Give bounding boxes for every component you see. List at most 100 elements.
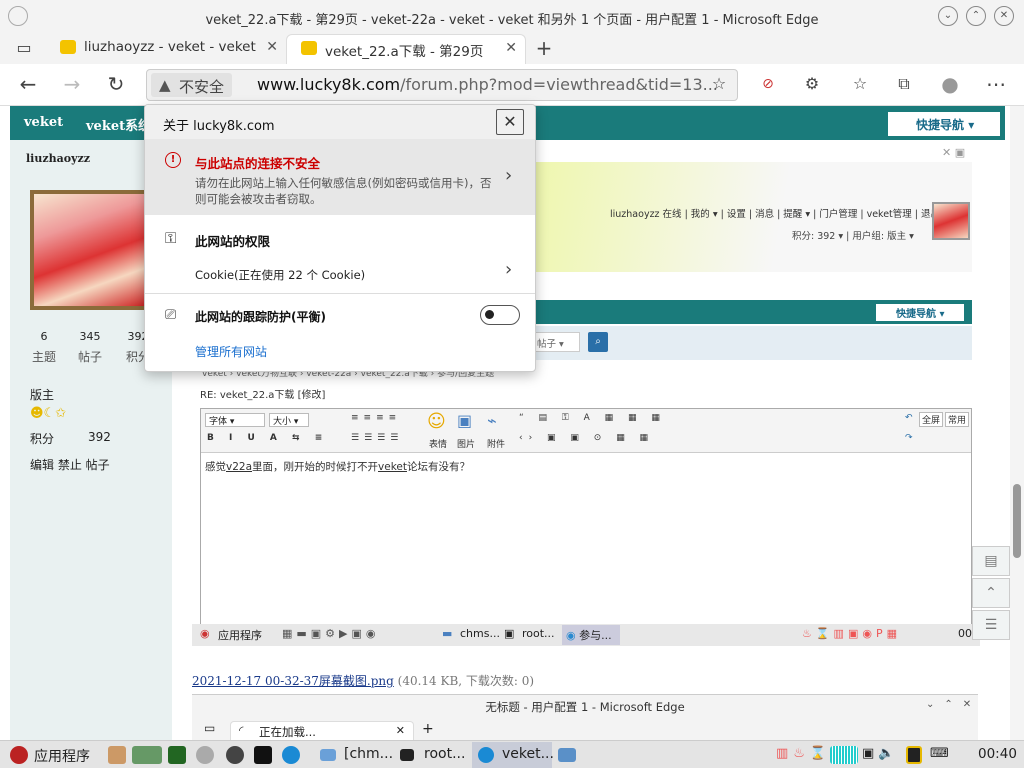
refresh-icon[interactable]: ↻ <box>104 73 128 97</box>
size-select-label: 大小 <box>273 417 292 427</box>
tray-icons[interactable]: ▥♨⌛ <box>776 746 831 761</box>
back-icon[interactable]: ← <box>16 73 40 97</box>
folder-icon <box>320 749 336 761</box>
size-select[interactable]: 大小 ▾ <box>269 413 309 427</box>
app-menu-icon[interactable] <box>10 746 28 764</box>
stat-posts[interactable]: 345 帖子 <box>70 330 110 365</box>
stat-threads[interactable]: 6 主题 <box>24 330 64 365</box>
play-icon[interactable] <box>226 746 244 764</box>
settings-icon[interactable] <box>196 746 214 764</box>
common-button[interactable]: 常用 <box>945 412 970 427</box>
permissions-heading: 此网站的权限 <box>195 234 271 249</box>
tab-actions-icon[interactable]: ▭ <box>12 37 36 61</box>
scrollbar-thumb[interactable] <box>1013 484 1021 558</box>
favorite-star-icon[interactable]: ☆ <box>707 73 731 97</box>
chevron-right-icon[interactable]: › <box>505 259 512 280</box>
tab-liuzhaoyzz[interactable]: liuzhaoyzz - veket - veket ✕ <box>46 34 286 64</box>
close-icon[interactable]: ✕ ▣ <box>942 146 965 159</box>
terminal-icon[interactable] <box>254 746 272 764</box>
image-icon[interactable]: ▣ <box>457 411 472 430</box>
avatar[interactable] <box>932 202 970 240</box>
score-bar[interactable]: 积分: 392 ▾ | 用户组: 版主 ▾ <box>792 228 914 242</box>
collections-icon[interactable]: ⧉ <box>892 73 916 97</box>
more-menu-icon[interactable]: ⋯ <box>984 73 1008 97</box>
profile-avatar-icon[interactable]: ● <box>938 73 962 97</box>
monitor-icon[interactable] <box>168 746 186 764</box>
clock[interactable]: 00:40 <box>978 746 1017 762</box>
edge-icon[interactable] <box>282 746 300 764</box>
warning-title: 与此站点的连接不安全 <box>195 156 321 171</box>
favicon-icon <box>60 40 76 54</box>
user-menu-bar[interactable]: liuzhaoyzz 在线 | 我的 ▾ | 设置 | 消息 | 提醒 ▾ | … <box>610 206 940 220</box>
forum-tab-veket-system[interactable]: veket系统 <box>86 115 151 134</box>
keyboard-icon[interactable]: ⌨ <box>930 746 949 761</box>
page-scrollbar[interactable] <box>1010 106 1024 740</box>
launcher-icon[interactable] <box>132 746 162 764</box>
close-window-icon[interactable]: ✕ <box>994 6 1014 26</box>
tab-close-icon[interactable]: ✕ <box>505 40 517 56</box>
url-text[interactable]: www.lucky8k.com/forum.php?mod=viewthread… <box>257 75 718 94</box>
navigation-bar: ← → ↻ ▲ 不安全 www.lucky8k.com/forum.php?mo… <box>0 64 1024 106</box>
format-buttons[interactable]: B I U A ⇆ ≡ <box>207 433 328 443</box>
manage-sites-link[interactable]: 管理所有网站 <box>195 343 267 360</box>
list-buttons[interactable]: ☰☰☰☰ <box>351 433 403 443</box>
editor-content[interactable]: 感觉v22a里面，刚开始的时候打不开veket论坛有没有？ <box>205 459 470 474</box>
extensions-icon[interactable]: ⚙ <box>800 73 824 97</box>
image-label[interactable]: 图片 <box>457 437 475 450</box>
forum-tab-veket[interactable]: veket <box>24 115 63 130</box>
address-bar[interactable]: ▲ 不安全 www.lucky8k.com/forum.php?mod=view… <box>146 69 738 101</box>
user-actions[interactable]: 编辑 禁止 帖子 <box>30 456 110 473</box>
new-tab-icon[interactable]: + <box>532 37 556 61</box>
tab-close-icon[interactable]: ✕ <box>266 39 278 55</box>
avatar[interactable] <box>30 190 150 310</box>
align-buttons[interactable]: ≡≡≡≡ <box>351 413 401 423</box>
search-icon[interactable]: ⌕ <box>588 332 608 352</box>
attachment-link[interactable]: 2021-12-17 00-32-37屏幕截图.png <box>192 674 394 688</box>
attach-icon[interactable]: ⌁ <box>487 411 497 430</box>
tab-veket-download[interactable]: veket_22.a下载 - 第29页 ✕ <box>286 34 526 64</box>
forward-icon[interactable]: → <box>60 73 84 97</box>
insecure-connection-item[interactable]: ! 与此站点的连接不安全 请勿在此网站上输入任何敏感信息(例如密码或信用卡)，否… <box>145 139 535 215</box>
list-icon[interactable]: ☰ <box>972 610 1010 640</box>
undo-icon[interactable]: ↶ <box>905 413 913 423</box>
insert-buttons[interactable]: “ ▤ ⚿ A ▦ ▦ ▦ <box>519 413 666 423</box>
window-menu-icon[interactable] <box>8 6 28 26</box>
quick-nav-button[interactable]: 快捷导航 ▾ <box>888 112 1000 136</box>
back-to-top-icon[interactable]: ⌃ <box>972 578 1010 608</box>
nested-edge-window: 无标题 - 用户配置 1 - Microsoft Edge ▭ ◜ 正在加载..… <box>192 694 978 740</box>
cookie-item[interactable]: Cookie(正在使用 22 个 Cookie) <box>195 267 365 283</box>
quick-nav-button[interactable]: 快捷导航 ▾ <box>876 304 964 321</box>
emoji-label[interactable]: 表情 <box>429 437 447 450</box>
tab-label: liuzhaoyzz - veket - veket <box>84 39 256 55</box>
search-type-select[interactable]: 帖子 ▾ <box>532 332 580 352</box>
volume-icon[interactable]: ▣🔈 <box>862 746 898 761</box>
network-graph-icon <box>830 746 858 764</box>
attachment-meta: (40.14 KB, 下载次数: 0) <box>397 674 535 688</box>
p-icon[interactable] <box>906 746 922 764</box>
taskbar-item-root[interactable]: root... <box>424 746 465 762</box>
username[interactable]: liuzhaoyzz <box>26 152 90 165</box>
font-select[interactable]: 字体 ▾ <box>205 413 265 427</box>
redo-icon[interactable]: ↷ <box>905 433 913 443</box>
minimize-icon[interactable]: ⌄ <box>938 6 958 26</box>
app-menu-label[interactable]: 应用程序 <box>34 746 90 766</box>
tracking-toggle[interactable] <box>480 305 520 325</box>
editor-toolbar: 字体 ▾ 大小 ▾ B I U A ⇆ ≡ ≡≡≡≡ ☰☰☰☰ ☺ 表情 ▣ 图… <box>201 409 971 453</box>
maximize-icon[interactable]: ⌃ <box>966 6 986 26</box>
popup-close-button[interactable]: ✕ <box>496 109 524 135</box>
screenshot-icon[interactable] <box>558 748 576 762</box>
comment-icon[interactable]: ▤ <box>972 546 1010 576</box>
extension-icon[interactable]: ⊘ <box>756 73 780 97</box>
search-type-label: 帖子 <box>537 339 557 350</box>
insert-buttons-2[interactable]: ‹› ▣ ▣ ⊙ ▦ ▦ <box>519 433 654 443</box>
nested-tab-label: 正在加载... <box>259 725 316 739</box>
taskbar-item-chm[interactable]: [chm... <box>344 746 393 762</box>
fullscreen-button[interactable]: 全屏 <box>919 412 944 427</box>
launcher-icon[interactable] <box>108 746 126 764</box>
favorites-icon[interactable]: ☆ <box>848 73 872 97</box>
site-info-button[interactable]: ▲ 不安全 <box>151 73 233 97</box>
emoji-icon[interactable]: ☺ <box>427 411 446 432</box>
attach-label[interactable]: 附件 <box>487 437 505 450</box>
loading-icon: ◜ <box>239 723 244 737</box>
taskbar-item-veket[interactable]: veket... <box>502 746 554 762</box>
